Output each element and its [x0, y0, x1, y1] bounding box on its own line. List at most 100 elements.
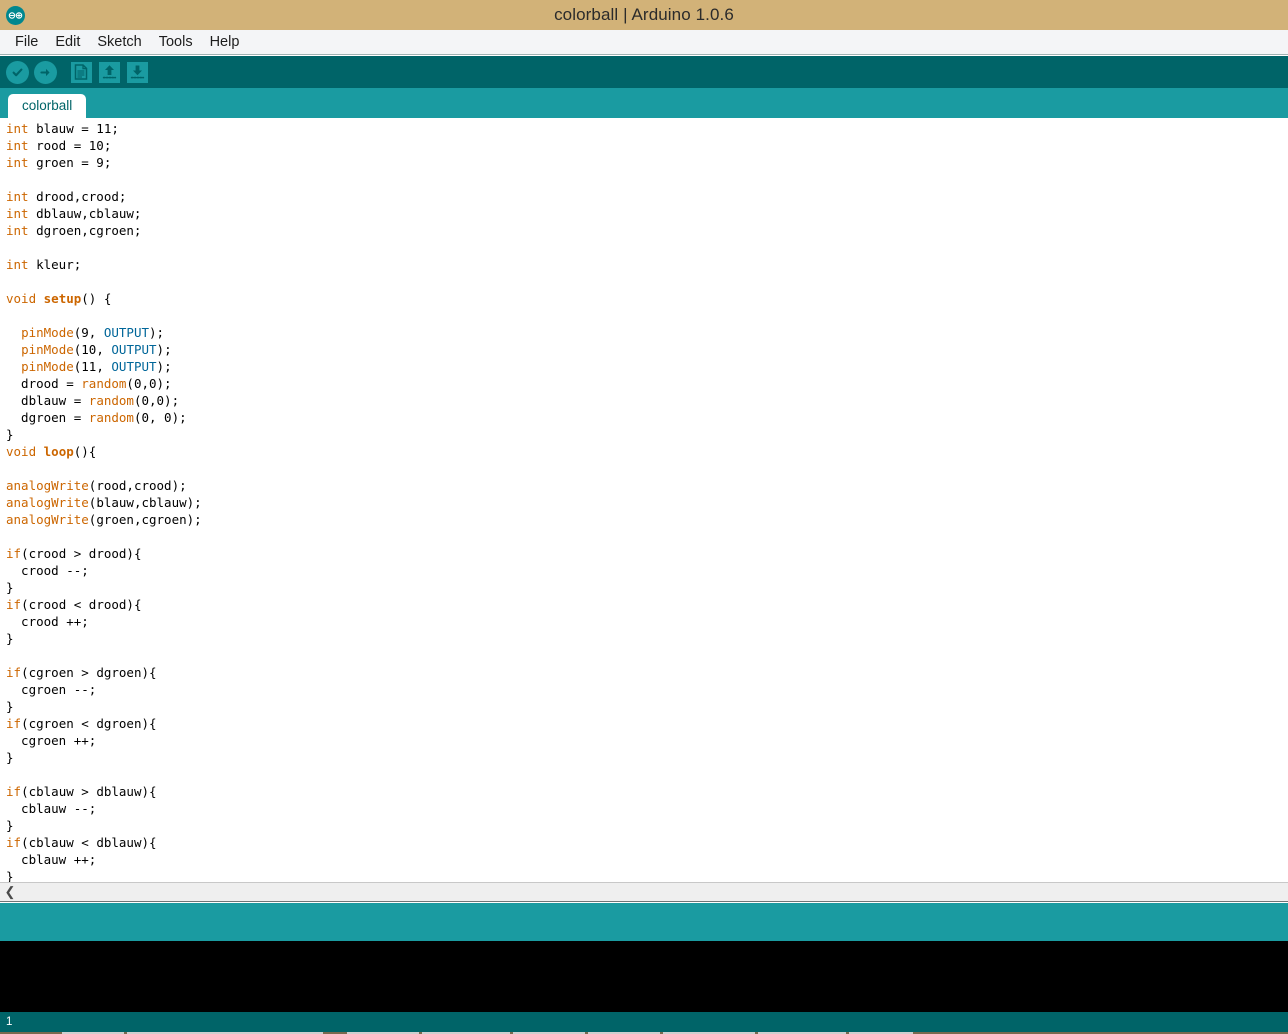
verify-button[interactable] — [5, 60, 29, 84]
upload-button[interactable] — [33, 60, 57, 84]
code-token: analogWrite — [6, 512, 89, 527]
code-line: if(cgroen < dgroen){ — [6, 715, 1288, 732]
tab-colorball[interactable]: colorball — [8, 94, 87, 118]
code-token: void — [6, 291, 37, 306]
code-token: (){ — [73, 444, 97, 459]
code-token: cgroen ++; — [6, 733, 97, 748]
code-token: ); — [156, 342, 172, 357]
code-token: (0, 0); — [133, 410, 187, 425]
code-line: } — [6, 868, 1288, 882]
code-token: kleur; — [28, 257, 82, 272]
checkmark-icon — [5, 60, 29, 84]
menu-help[interactable]: Help — [202, 32, 248, 53]
code-line: if(cgroen > dgroen){ — [6, 664, 1288, 681]
toolbar — [0, 56, 1288, 88]
code-token: analogWrite — [6, 478, 89, 493]
code-line: if(cblauw < dblauw){ — [6, 834, 1288, 851]
code-token: void — [6, 444, 37, 459]
arduino-ide-window: colorball | Arduino 1.0.6 File Edit Sket… — [0, 0, 1288, 1034]
code-token: ); — [149, 325, 165, 340]
horizontal-scrollbar[interactable]: ❮ — [0, 882, 1288, 902]
code-token: (cgroen > dgroen){ — [21, 665, 157, 680]
code-token: int — [6, 189, 29, 204]
new-button[interactable] — [69, 60, 93, 84]
code-line: if(cblauw > dblauw){ — [6, 783, 1288, 800]
code-token: (crood < drood){ — [21, 597, 142, 612]
code-token: int — [6, 223, 29, 238]
code-token: } — [6, 818, 14, 833]
code-token: (cblauw > dblauw){ — [21, 784, 157, 799]
code-line: cgroen ++; — [6, 732, 1288, 749]
down-arrow-icon — [126, 61, 148, 83]
code-token: } — [6, 699, 14, 714]
code-line: dgroen = random(0, 0); — [6, 409, 1288, 426]
code-line: pinMode(10, OUTPUT); — [6, 341, 1288, 358]
code-token: (cgroen < dgroen){ — [21, 716, 157, 731]
code-token: pinMode — [21, 342, 74, 357]
code-token: (10, — [73, 342, 112, 357]
code-token: pinMode — [21, 359, 74, 374]
code-line: if(crood > drood){ — [6, 545, 1288, 562]
code-line: pinMode(9, OUTPUT); — [6, 324, 1288, 341]
code-token: blauw = 11; — [28, 121, 119, 136]
code-token: (blauw,cblauw); — [88, 495, 202, 510]
code-token: (cblauw < dblauw){ — [21, 835, 157, 850]
code-line: } — [6, 749, 1288, 766]
menu-edit[interactable]: Edit — [47, 32, 88, 53]
code-token: } — [6, 427, 14, 442]
code-token: loop — [43, 444, 74, 459]
code-line: pinMode(11, OUTPUT); — [6, 358, 1288, 375]
code-token: if — [6, 784, 22, 799]
menu-file[interactable]: File — [7, 32, 46, 53]
code-line: analogWrite(groen,cgroen); — [6, 511, 1288, 528]
code-line: crood ++; — [6, 613, 1288, 630]
code-line: void setup() { — [6, 290, 1288, 307]
footer-bar: 1 — [0, 1012, 1288, 1032]
code-token: groen = 9; — [28, 155, 112, 170]
code-line: cgroen --; — [6, 681, 1288, 698]
code-token: rood = 10; — [28, 138, 112, 153]
console-output[interactable] — [0, 941, 1288, 1012]
status-bar — [0, 903, 1288, 941]
code-token: if — [6, 835, 22, 850]
code-line: crood --; — [6, 562, 1288, 579]
code-token: dblauw = — [6, 393, 89, 408]
code-token: int — [6, 138, 29, 153]
code-line: } — [6, 817, 1288, 834]
code-token: } — [6, 631, 14, 646]
open-button[interactable] — [97, 60, 121, 84]
code-token: } — [6, 750, 14, 765]
code-line: drood = random(0,0); — [6, 375, 1288, 392]
code-token: ); — [156, 359, 172, 374]
code-token: } — [6, 869, 14, 882]
code-line: dblauw = random(0,0); — [6, 392, 1288, 409]
code-line: int dblauw,cblauw; — [6, 205, 1288, 222]
code-token: if — [6, 597, 22, 612]
code-token: int — [6, 257, 29, 272]
save-button[interactable] — [125, 60, 149, 84]
code-token: if — [6, 546, 22, 561]
code-token: OUTPUT — [103, 325, 150, 340]
menu-tools[interactable]: Tools — [151, 32, 201, 53]
code-editor[interactable]: int blauw = 11; int rood = 10; int groen =… — [0, 118, 1288, 882]
menu-sketch[interactable]: Sketch — [89, 32, 149, 53]
code-line: analogWrite(rood,crood); — [6, 477, 1288, 494]
code-line: int rood = 10; — [6, 137, 1288, 154]
code-token: int — [6, 206, 29, 221]
code-line: int blauw = 11; — [6, 120, 1288, 137]
code-token: dgroen = — [6, 410, 89, 425]
code-line: cblauw --; — [6, 800, 1288, 817]
code-token: pinMode — [21, 325, 74, 340]
code-token: (crood > drood){ — [21, 546, 142, 561]
code-token: dblauw,cblauw; — [28, 206, 142, 221]
code-token: (0,0); — [126, 376, 172, 391]
window-title: colorball | Arduino 1.0.6 — [554, 5, 734, 24]
code-line: if(crood < drood){ — [6, 596, 1288, 613]
scroll-left-arrow-icon[interactable]: ❮ — [0, 883, 20, 901]
